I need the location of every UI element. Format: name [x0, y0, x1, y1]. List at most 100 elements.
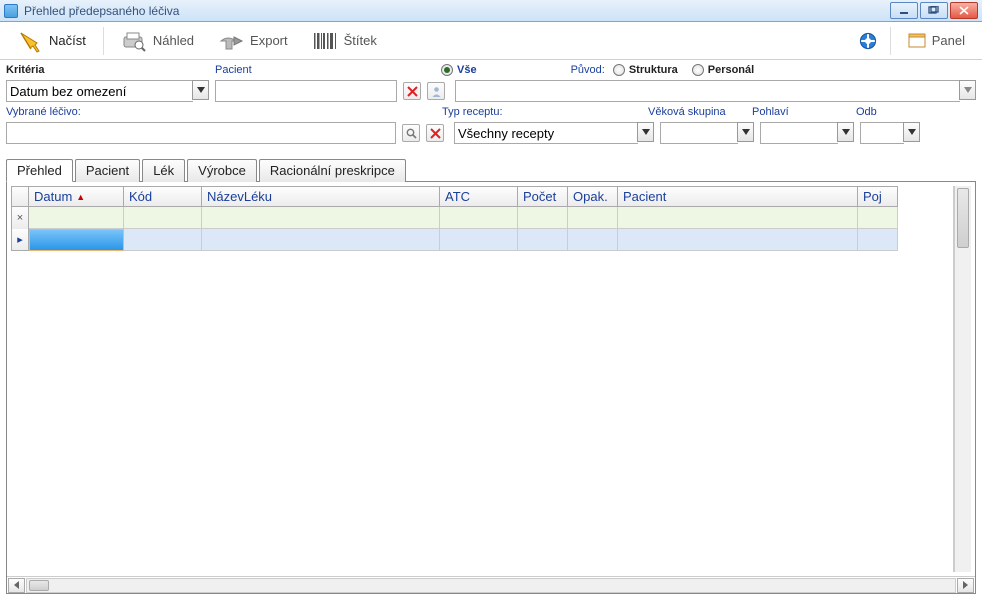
window-buttons — [890, 2, 978, 19]
separator — [103, 27, 104, 55]
scroll-right-button[interactable] — [957, 578, 974, 593]
grid-filter-row[interactable] — [29, 207, 953, 229]
tab-rational[interactable]: Racionální preskripce — [259, 159, 406, 182]
chevron-left-icon — [13, 581, 20, 589]
label-label: Štítek — [344, 33, 377, 48]
date-criteria-value[interactable] — [10, 84, 190, 99]
close-icon — [958, 6, 970, 15]
grid-wrap: × ▸ Datum▲ Kód NázevLéku ATC Počet Opak.… — [7, 182, 975, 576]
age-group-combo[interactable] — [660, 122, 754, 144]
preview-label: Náhled — [153, 33, 194, 48]
titlebar: Přehled předepsaného léčiva — [0, 0, 982, 22]
radio-dot-icon — [692, 64, 704, 76]
grid-current-row[interactable] — [29, 229, 953, 251]
minimize-button[interactable] — [890, 2, 918, 19]
gender-combo[interactable] — [760, 122, 854, 144]
tab-pacient[interactable]: Pacient — [75, 159, 140, 182]
drug-clear-button[interactable] — [426, 124, 444, 142]
close-button[interactable] — [950, 2, 978, 19]
dropdown-arrow-icon[interactable] — [737, 122, 754, 142]
drug-pick-button[interactable] — [402, 124, 420, 142]
radio-all-label: Vše — [457, 64, 477, 76]
load-icon — [17, 29, 43, 53]
app-icon — [4, 4, 18, 18]
x-red-icon — [430, 128, 441, 139]
pacient-input[interactable] — [219, 84, 393, 99]
recipe-type-value: Všechny recepty — [458, 126, 554, 141]
radio-personal[interactable]: Personál — [692, 64, 754, 76]
scroll-left-button[interactable] — [8, 578, 25, 593]
radio-all[interactable]: Vše — [441, 64, 477, 76]
grid-columns: Datum▲ Kód NázevLéku ATC Počet Opak. Pac… — [29, 186, 953, 207]
load-label: Načíst — [49, 33, 86, 48]
tab-manufacturer[interactable]: Výrobce — [187, 159, 257, 182]
tab-overview[interactable]: Přehled — [6, 159, 73, 182]
dropdown-arrow-icon[interactable] — [959, 80, 976, 100]
recipe-type-combo[interactable]: Všechny recepty — [454, 122, 654, 144]
col-datum[interactable]: Datum▲ — [29, 186, 124, 207]
filter-row-marker: × — [17, 212, 23, 224]
selected-drug-field[interactable] — [6, 122, 396, 144]
export-button[interactable]: Export — [207, 25, 299, 57]
tab-panel: × ▸ Datum▲ Kód NázevLéku ATC Počet Opak.… — [6, 182, 976, 594]
radio-personal-label: Personál — [708, 64, 754, 76]
origin-combo[interactable] — [455, 80, 976, 102]
col-atc[interactable]: ATC — [440, 186, 518, 207]
pacient-field[interactable] — [215, 80, 397, 102]
search-icon — [406, 128, 417, 139]
horizontal-scrollbar[interactable] — [7, 576, 975, 593]
tab-strip: Přehled Pacient Lék Výrobce Racionální p… — [6, 158, 976, 182]
export-icon — [218, 29, 244, 53]
scrollbar-thumb[interactable] — [29, 580, 49, 591]
grid-body: Datum▲ Kód NázevLéku ATC Počet Opak. Pac… — [29, 186, 954, 572]
origin-label: Původ: — [571, 64, 605, 76]
help-button[interactable] — [852, 25, 884, 57]
maximize-button[interactable] — [920, 2, 948, 19]
scrollbar-track[interactable] — [26, 578, 956, 593]
panel-label: Panel — [932, 33, 965, 48]
gender-label: Pohlaví — [752, 106, 789, 118]
pacient-pick-button[interactable] — [427, 82, 445, 100]
load-button[interactable]: Načíst — [6, 25, 97, 57]
selected-drug-input[interactable] — [10, 126, 392, 141]
dropdown-arrow-icon[interactable] — [637, 122, 654, 142]
criteria-heading: Kritéria — [6, 64, 45, 76]
radio-dot-icon — [441, 64, 453, 76]
tab-drug[interactable]: Lék — [142, 159, 185, 182]
window-title: Přehled předepsaného léčiva — [24, 4, 890, 18]
radio-struktura[interactable]: Struktura — [613, 64, 678, 76]
sort-asc-icon: ▲ — [76, 192, 85, 202]
maximize-icon — [928, 6, 940, 15]
grid-corner — [11, 186, 29, 207]
vertical-scrollbar[interactable] — [954, 186, 971, 572]
preview-button[interactable]: Náhled — [110, 25, 205, 57]
panel-icon — [908, 33, 926, 49]
dropdown-arrow-icon[interactable] — [903, 122, 920, 142]
person-icon — [431, 86, 442, 97]
preview-icon — [121, 29, 147, 53]
odb-combo[interactable] — [860, 122, 920, 144]
minimize-icon — [898, 6, 910, 15]
col-kod[interactable]: Kód — [124, 186, 202, 207]
col-opak[interactable]: Opak. — [568, 186, 618, 207]
radio-dot-icon — [613, 64, 625, 76]
age-group-label: Věková skupina — [648, 106, 726, 118]
origin-input[interactable] — [459, 84, 957, 99]
col-poj[interactable]: Poj — [858, 186, 898, 207]
scrollbar-thumb[interactable] — [957, 188, 969, 248]
col-pacient[interactable]: Pacient — [618, 186, 858, 207]
toolbar: Načíst Náhled Export Štítek Panel — [0, 22, 982, 60]
dropdown-arrow-icon[interactable] — [192, 80, 209, 100]
label-button[interactable]: Štítek — [301, 25, 388, 57]
col-pocet[interactable]: Počet — [518, 186, 568, 207]
panel-button[interactable]: Panel — [897, 25, 976, 57]
pacient-clear-button[interactable] — [403, 82, 421, 100]
current-row-header[interactable]: ▸ — [11, 229, 29, 251]
x-red-icon — [407, 86, 418, 97]
recipe-type-label: Typ receptu: — [442, 106, 503, 118]
date-criteria-combo[interactable] — [6, 80, 209, 102]
odb-label: Odb — [856, 106, 877, 118]
dropdown-arrow-icon[interactable] — [837, 122, 854, 142]
filter-row-header[interactable]: × — [11, 207, 29, 229]
col-nazevleku[interactable]: NázevLéku — [202, 186, 440, 207]
